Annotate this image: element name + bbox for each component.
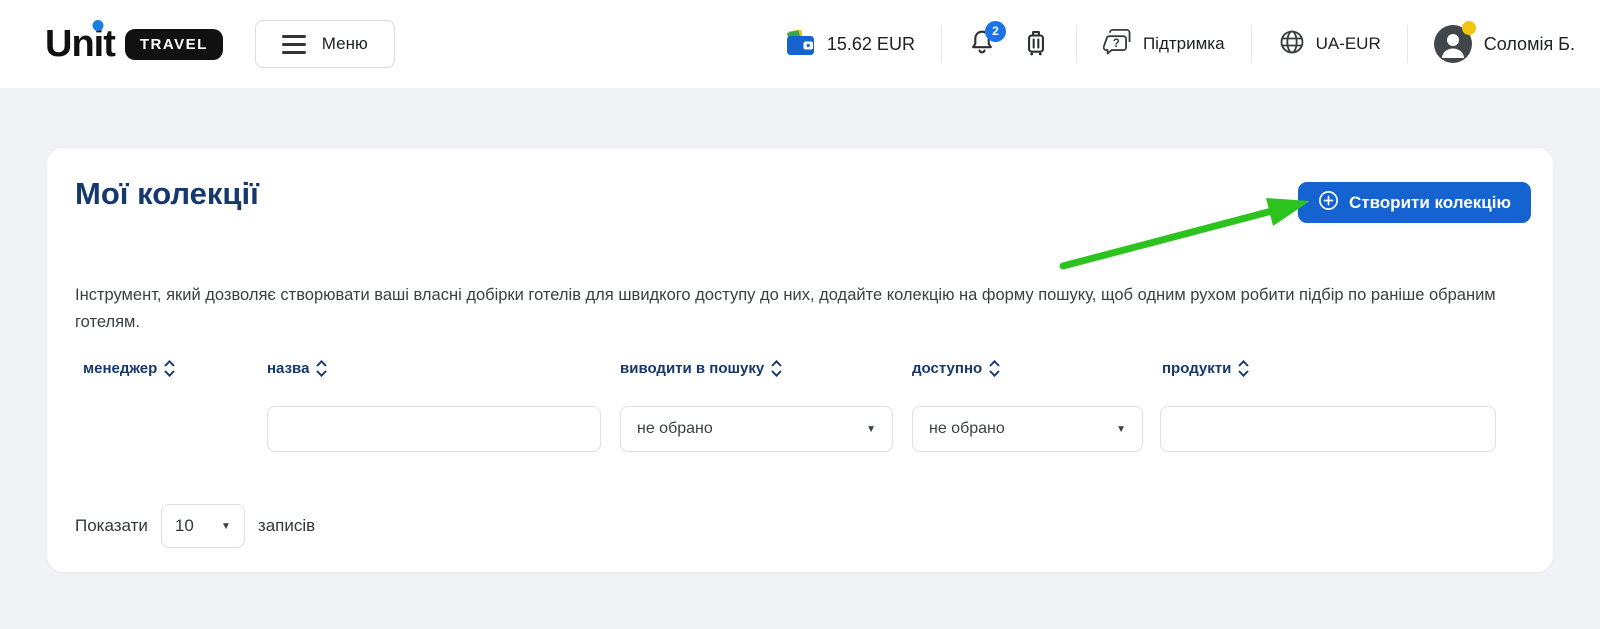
globe-icon: [1278, 28, 1306, 61]
avatar: [1434, 25, 1472, 63]
logo-travel-badge: TRAVEL: [125, 29, 223, 60]
status-dot: [1462, 21, 1476, 35]
column-header-show-in-search[interactable]: виводити в пошуку: [620, 360, 782, 377]
header-divider: [1251, 25, 1252, 63]
caret-down-icon: ▼: [866, 424, 876, 435]
svg-text:?: ?: [1113, 38, 1120, 50]
column-header-products[interactable]: продукти: [1162, 360, 1249, 377]
show-label: Показати: [75, 516, 148, 536]
page-size-select[interactable]: 10 ▼: [161, 504, 245, 548]
create-collection-label: Створити колекцію: [1349, 193, 1511, 213]
caret-down-icon: ▼: [1116, 424, 1126, 435]
name-filter-input[interactable]: [267, 406, 601, 452]
user-account-menu[interactable]: Соломія Б.: [1434, 25, 1575, 63]
menu-button[interactable]: Меню: [255, 20, 395, 68]
header-divider: [941, 25, 942, 63]
logo-brand-text: Unit: [45, 25, 115, 63]
column-header-label: виводити в пошуку: [620, 360, 764, 377]
products-filter-input[interactable]: [1160, 406, 1496, 452]
page-size-row: Показати 10 ▼ записів: [75, 504, 315, 548]
page-size-value: 10: [175, 516, 194, 536]
column-header-manager[interactable]: менеджер: [83, 360, 175, 377]
sort-icon: [164, 360, 175, 377]
column-header-label: продукти: [1162, 360, 1231, 377]
language-label: UA-EUR: [1316, 34, 1381, 54]
column-header-label: назва: [267, 360, 309, 377]
support-button[interactable]: ? Підтримка: [1103, 28, 1225, 61]
column-header-label: доступно: [912, 360, 982, 377]
select-value: не обрано: [637, 420, 713, 438]
header-divider: [1076, 25, 1077, 63]
show-in-search-filter-select[interactable]: не обрано ▼: [620, 406, 893, 452]
sort-icon: [1238, 360, 1249, 377]
page-title: Мої колекції: [75, 176, 259, 212]
column-header-available[interactable]: доступно: [912, 360, 1000, 377]
sort-icon: [989, 360, 1000, 377]
page-description: Інструмент, який дозволяє створювати ваш…: [75, 282, 1523, 335]
select-value: не обрано: [929, 420, 1005, 438]
support-label: Підтримка: [1143, 34, 1225, 54]
column-header-name[interactable]: назва: [267, 360, 327, 377]
wallet-balance-amount: 15.62 EUR: [827, 34, 915, 55]
notifications-button[interactable]: 2: [968, 28, 996, 61]
plus-icon: [1318, 190, 1339, 216]
available-filter-select[interactable]: не обрано ▼: [912, 406, 1143, 452]
luggage-icon: [1022, 28, 1050, 61]
caret-down-icon: ▼: [221, 521, 231, 532]
sort-icon: [771, 360, 782, 377]
luggage-button[interactable]: [1022, 28, 1050, 61]
notification-badge: 2: [985, 21, 1006, 42]
language-currency-selector[interactable]: UA-EUR: [1278, 28, 1381, 61]
top-navigation-bar: Unit TRAVEL Меню 15.62 EUR: [0, 0, 1600, 88]
create-collection-button[interactable]: Створити колекцію: [1298, 182, 1531, 223]
user-name: Соломія Б.: [1484, 34, 1575, 55]
sort-icon: [316, 360, 327, 377]
header-right-cluster: 15.62 EUR 2: [785, 25, 1575, 63]
records-label: записів: [258, 516, 315, 536]
support-icon: ?: [1103, 28, 1133, 61]
collections-panel: Мої колекції Створити колекцію Інструмен…: [47, 148, 1553, 572]
wallet-icon: [785, 28, 817, 61]
unit-travel-logo[interactable]: Unit TRAVEL: [45, 25, 223, 63]
menu-button-label: Меню: [322, 34, 368, 54]
wallet-balance[interactable]: 15.62 EUR: [785, 28, 915, 61]
header-divider: [1407, 25, 1408, 63]
column-header-label: менеджер: [83, 360, 157, 377]
hamburger-icon: [282, 35, 306, 54]
